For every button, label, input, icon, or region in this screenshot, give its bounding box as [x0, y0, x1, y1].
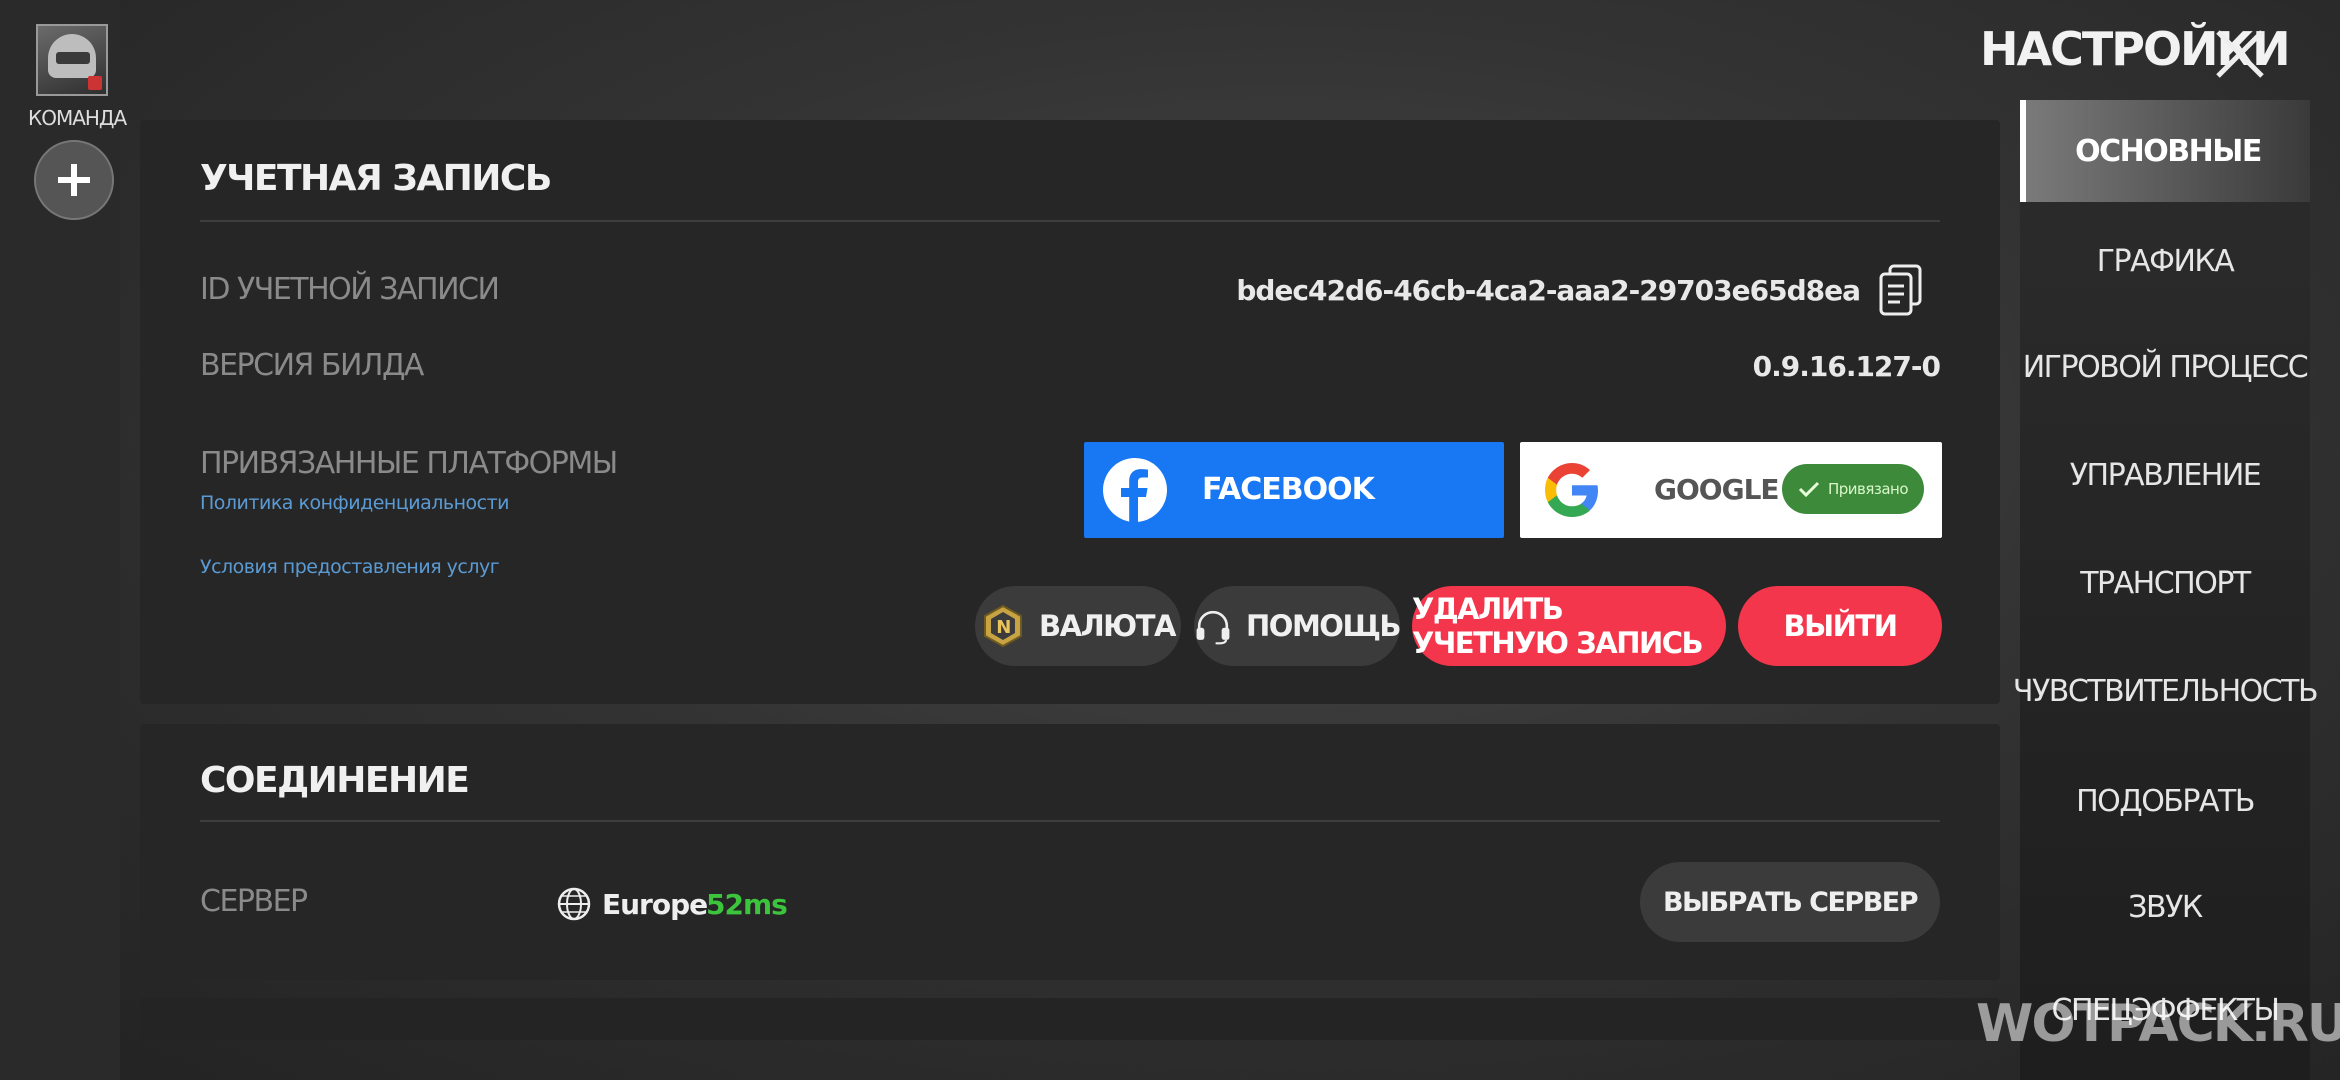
- terms-of-service-link[interactable]: Условия предоставления услуг: [200, 556, 500, 578]
- account-id-label: ID УЧЕТНОЙ ЗАПИСИ: [200, 272, 500, 307]
- check-icon: [1798, 481, 1820, 498]
- tab-controls[interactable]: УПРАВЛЕНИЕ: [2020, 424, 2310, 526]
- ping-value: 52ms: [706, 888, 788, 921]
- tab-sound[interactable]: ЗВУК: [2020, 856, 2310, 958]
- copy-icon[interactable]: [1878, 264, 1924, 316]
- left-sidebar: КОМАНДА: [0, 0, 127, 1080]
- linked-status-text: Привязано: [1827, 480, 1909, 498]
- tab-graphics[interactable]: ГРАФИКА: [2020, 210, 2310, 312]
- account-id-value: bdec42d6-46cb-4ca2-aaa2-29703e65d8ea: [1236, 274, 1861, 307]
- privacy-policy-link[interactable]: Политика конфиденциальности: [200, 492, 510, 514]
- divider: [200, 820, 1940, 822]
- delete-account-button[interactable]: УДАЛИТЬ УЧЕТНУЮ ЗАПИСЬ: [1412, 586, 1726, 666]
- delete-account-label: УДАЛИТЬ УЧЕТНУЮ ЗАПИСЬ: [1412, 592, 1704, 660]
- close-icon[interactable]: [2212, 26, 2268, 82]
- next-panel-stub: [140, 998, 2000, 1040]
- google-button[interactable]: GOOGLE Привязано: [1520, 442, 1942, 538]
- facebook-icon: [1103, 458, 1167, 523]
- currency-label: ВАЛЮТА: [1039, 609, 1176, 643]
- connection-panel: СОЕДИНЕНИЕ СЕРВЕР Europe 52ms ВЫБРАТЬ СЕ…: [140, 724, 2000, 980]
- connection-section-title: СОЕДИНЕНИЕ: [200, 760, 470, 801]
- settings-tabs: ОСНОВНЫЕ ГРАФИКА ИГРОВОЙ ПРОЦЕСС УПРАВЛЕ…: [2013, 100, 2319, 1080]
- currency-icon: N: [984, 604, 1023, 648]
- server-name: Europe: [602, 888, 708, 921]
- facebook-button[interactable]: FACEBOOK: [1084, 442, 1504, 538]
- logout-label: ВЫЙТИ: [1783, 609, 1898, 643]
- divider: [200, 220, 1940, 222]
- globe-icon: [557, 887, 591, 921]
- headset-icon: [1196, 610, 1230, 645]
- build-version-label: ВЕРСИЯ БИЛДА: [200, 348, 424, 383]
- help-button[interactable]: ПОМОЩЬ: [1194, 586, 1401, 666]
- choose-server-button[interactable]: ВЫБРАТЬ СЕРВЕР: [1640, 862, 1940, 942]
- account-section-title: УЧЕТНАЯ ЗАПИСЬ: [200, 158, 552, 199]
- tab-sensitivity[interactable]: ЧУВСТВИТЕЛЬНОСТЬ: [2013, 640, 2319, 742]
- server-label: СЕРВЕР: [200, 884, 308, 919]
- tab-vehicles[interactable]: ТРАНСПОРТ: [2020, 532, 2310, 634]
- facebook-label: FACEBOOK: [1202, 472, 1375, 507]
- avatar[interactable]: [36, 24, 108, 96]
- add-team-member-button[interactable]: [34, 140, 114, 220]
- team-label: КОМАНДА: [28, 106, 127, 130]
- tab-basic[interactable]: ОСНОВНЫЕ: [2020, 100, 2310, 202]
- help-label: ПОМОЩЬ: [1246, 609, 1401, 643]
- currency-button[interactable]: N ВАЛЮТА: [975, 586, 1181, 666]
- plus-icon: [58, 164, 90, 196]
- google-icon: [1545, 463, 1598, 517]
- tab-gameplay[interactable]: ИГРОВОЙ ПРОЦЕСС: [2020, 316, 2310, 418]
- build-version-value: 0.9.16.127-0: [1752, 350, 1941, 383]
- linked-platforms-label: ПРИВЯЗАННЫЕ ПЛАТФОРМЫ: [200, 446, 618, 481]
- watermark: WOTPACK.RU: [1976, 994, 2340, 1054]
- tab-pickup[interactable]: ПОДОБРАТЬ: [2020, 750, 2310, 852]
- logout-button[interactable]: ВЫЙТИ: [1738, 586, 1942, 666]
- linked-status-badge: Привязано: [1782, 464, 1924, 514]
- svg-text:N: N: [996, 617, 1010, 638]
- account-panel: УЧЕТНАЯ ЗАПИСЬ ID УЧЕТНОЙ ЗАПИСИ bdec42d…: [140, 120, 2000, 704]
- google-label: GOOGLE: [1654, 473, 1780, 506]
